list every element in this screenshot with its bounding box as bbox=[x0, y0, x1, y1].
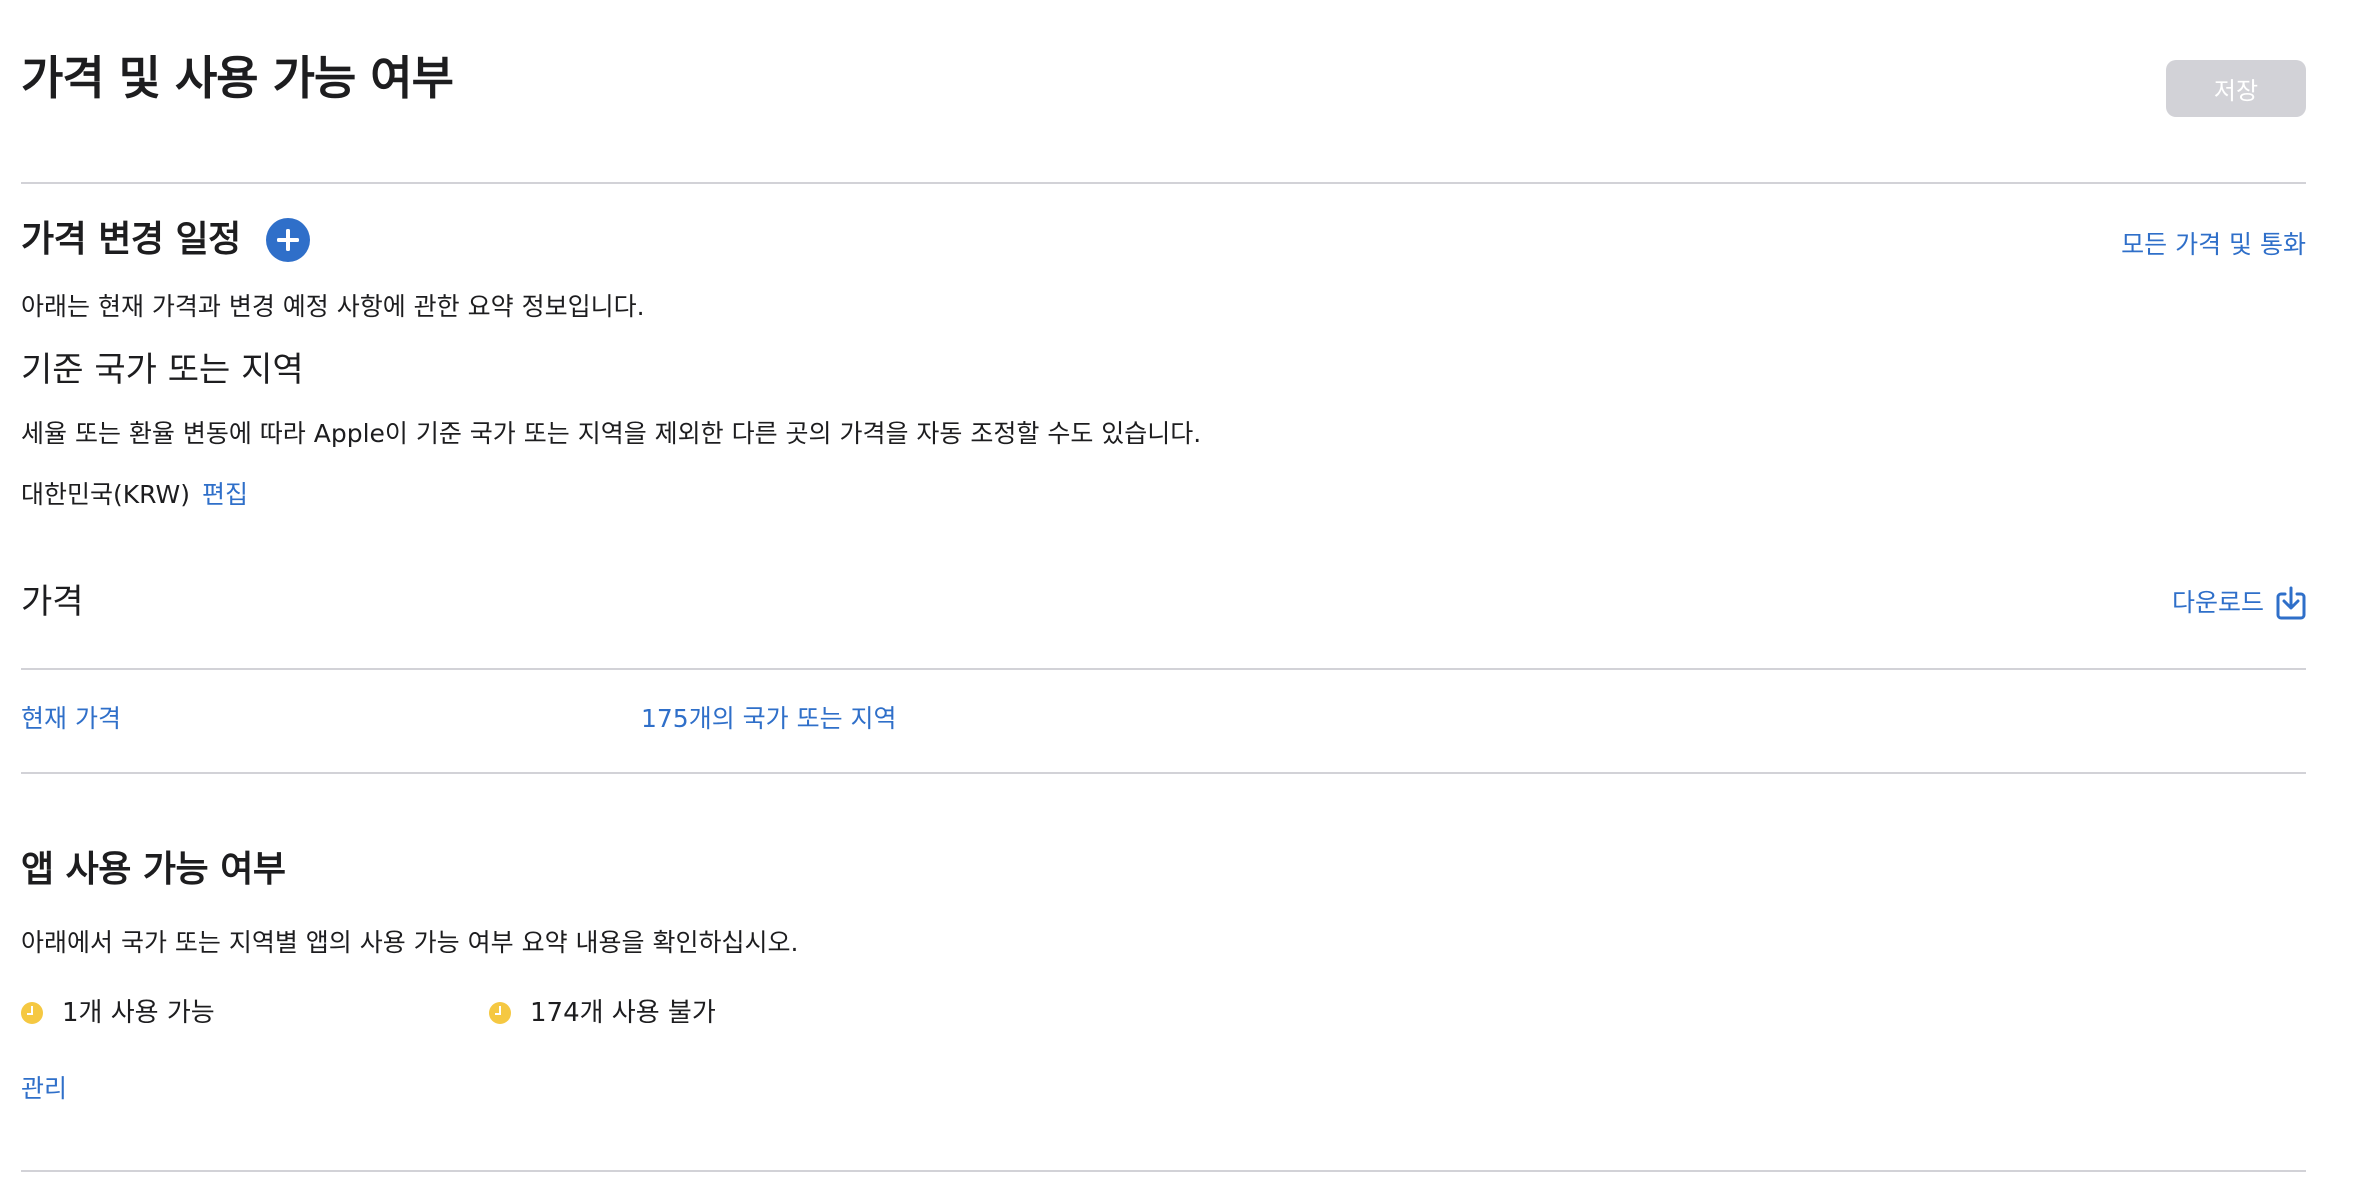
current-price-link[interactable]: 현재 가격 bbox=[21, 702, 121, 736]
page-title: 가격 및 사용 가능 여부 bbox=[21, 51, 454, 105]
status-available: 1개 사용 가능 bbox=[21, 996, 215, 1030]
plus-icon bbox=[277, 229, 299, 251]
price-divider-bottom bbox=[21, 772, 2306, 774]
base-region-title: 기준 국가 또는 지역 bbox=[21, 350, 304, 390]
download-button[interactable]: 다운로드 bbox=[2172, 586, 2306, 620]
clock-icon bbox=[489, 1002, 511, 1024]
availability-divider bbox=[21, 1170, 2306, 1172]
status-unavailable-label: 174개 사용 불가 bbox=[530, 998, 716, 1028]
status-available-label: 1개 사용 가능 bbox=[62, 998, 215, 1028]
status-unavailable: 174개 사용 불가 bbox=[489, 996, 716, 1030]
availability-description: 아래에서 국가 또는 지역별 앱의 사용 가능 여부 요약 내용을 확인하십시오… bbox=[21, 928, 799, 957]
pricing-availability-page: 가격 및 사용 가능 여부 저장 가격 변경 일정 모든 가격 및 통화 아래는… bbox=[0, 0, 2356, 1186]
price-divider-top bbox=[21, 668, 2306, 670]
price-regions-link[interactable]: 175개의 국가 또는 지역 bbox=[641, 702, 897, 736]
manage-availability-link[interactable]: 관리 bbox=[21, 1072, 67, 1106]
add-price-change-button[interactable] bbox=[266, 218, 310, 262]
base-region-description: 세율 또는 환율 변동에 따라 Apple이 기준 국가 또는 지역을 제외한 … bbox=[21, 419, 1202, 448]
price-schedule-title: 가격 변경 일정 bbox=[21, 219, 241, 260]
download-label: 다운로드 bbox=[2171, 588, 2264, 617]
clock-icon bbox=[21, 1002, 43, 1024]
header-divider bbox=[21, 182, 2306, 184]
base-region-row: 대한민국(KRW) 편집 bbox=[21, 478, 248, 512]
download-icon bbox=[2276, 586, 2306, 620]
base-region-value: 대한민국(KRW) bbox=[21, 480, 190, 509]
availability-title: 앱 사용 가능 여부 bbox=[21, 849, 286, 890]
all-prices-currencies-link[interactable]: 모든 가격 및 통화 bbox=[2121, 228, 2306, 262]
price-schedule-description: 아래는 현재 가격과 변경 예정 사항에 관한 요약 정보입니다. bbox=[21, 292, 645, 321]
save-button[interactable]: 저장 bbox=[2166, 60, 2306, 117]
price-title: 가격 bbox=[21, 582, 84, 622]
edit-base-region-link[interactable]: 편집 bbox=[202, 478, 248, 512]
